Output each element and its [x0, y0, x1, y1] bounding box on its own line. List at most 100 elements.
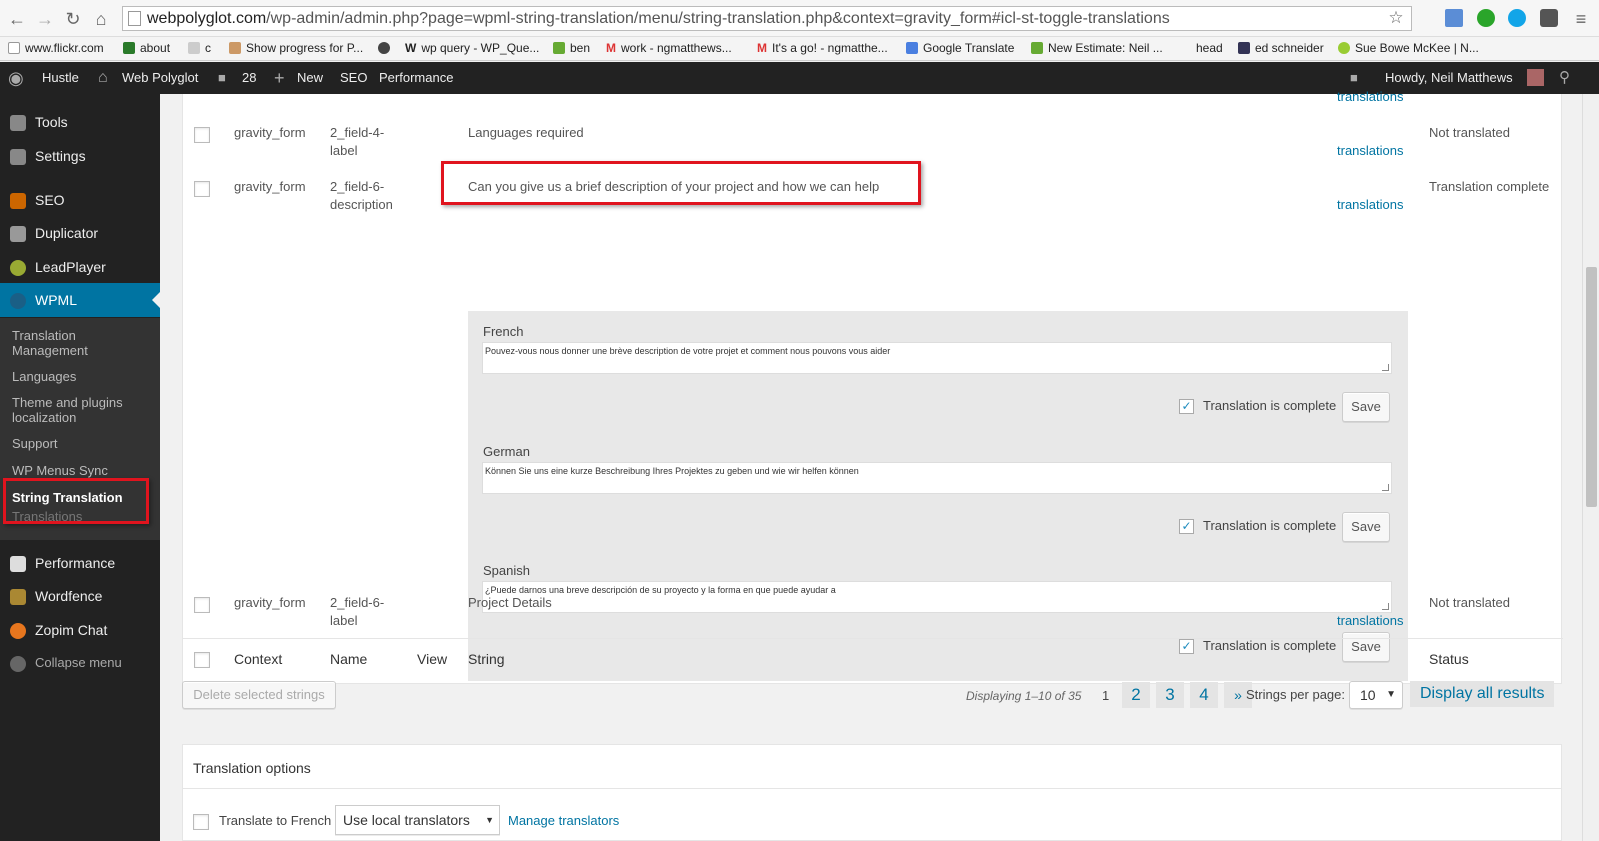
- column-header-string[interactable]: String: [468, 650, 505, 668]
- sidebar-item-wpml[interactable]: WPML: [0, 283, 160, 317]
- bookmark[interactable]: head: [1196, 41, 1223, 55]
- sidebar-item-wordfence[interactable]: Wordfence: [0, 579, 160, 613]
- search-icon[interactable]: ⚲: [1559, 62, 1570, 94]
- page-link-3[interactable]: 3: [1156, 682, 1184, 708]
- bookmark[interactable]: Google Translate: [906, 41, 1014, 55]
- translations-link[interactable]: translations: [1337, 196, 1403, 214]
- sidebar-item-zopim-chat[interactable]: Zopim Chat: [0, 613, 160, 647]
- browser-toolbar: ← → ↻ ⌂ webpolyglot.com/wp-admin/admin.p…: [0, 0, 1599, 37]
- bookmark[interactable]: M It's a go! - ngmatthe...: [757, 41, 888, 55]
- adminbar-new[interactable]: New: [297, 62, 323, 94]
- adminbar-seo[interactable]: SEO: [340, 62, 367, 94]
- complete-checkbox-german[interactable]: ✓: [1179, 519, 1194, 534]
- shield-extension-icon[interactable]: [1540, 9, 1558, 27]
- row-checkbox[interactable]: [194, 181, 210, 197]
- displaying-count: Displaying 1–10 of 35: [966, 689, 1082, 703]
- row-name: 2_field-6-label: [330, 595, 385, 628]
- row-status: Not translated: [1429, 595, 1510, 610]
- sidebar-item-tools[interactable]: Tools: [0, 105, 160, 139]
- sidebar-item-duplicator[interactable]: Duplicator: [0, 216, 160, 250]
- submenu-translation-management[interactable]: Translation Management: [12, 328, 152, 358]
- adminbar-comments-count[interactable]: 28: [242, 62, 256, 94]
- resize-handle[interactable]: [1382, 603, 1389, 610]
- translations-link[interactable]: translations: [1337, 612, 1403, 630]
- column-header-name[interactable]: Name: [330, 650, 367, 668]
- page-icon: [8, 42, 20, 54]
- manage-translators-link[interactable]: Manage translators: [508, 812, 619, 830]
- column-header-context[interactable]: Context: [234, 650, 282, 668]
- address-bar[interactable]: webpolyglot.com/wp-admin/admin.php?page=…: [122, 6, 1412, 31]
- save-button-german[interactable]: Save: [1342, 512, 1390, 542]
- row-checkbox[interactable]: [194, 597, 210, 613]
- adminbar-performance[interactable]: Performance: [379, 62, 453, 94]
- save-button-french[interactable]: Save: [1342, 392, 1390, 422]
- chevron-down-icon: ▼: [485, 815, 494, 825]
- submenu-wp-menus-sync[interactable]: WP Menus Sync: [12, 463, 152, 478]
- bookmarks-bar: www.flickr.com about c Show progress for…: [0, 37, 1599, 61]
- language-label-french: French: [483, 324, 524, 339]
- bookmark[interactable]: ed schneider: [1238, 41, 1324, 55]
- complete-checkbox-french[interactable]: ✓: [1179, 399, 1194, 414]
- page-scrollbar[interactable]: [1582, 94, 1599, 841]
- sidebar-item-settings[interactable]: Settings: [0, 139, 160, 173]
- column-header-view[interactable]: View: [417, 650, 447, 668]
- strings-per-page-select[interactable]: 10 ▼: [1349, 681, 1403, 709]
- submenu-support[interactable]: Support: [12, 436, 152, 451]
- bookmark[interactable]: www.flickr.com: [8, 41, 104, 55]
- admin-sidebar: Tools Settings SEO Duplicator LeadPlayer…: [0, 94, 160, 841]
- page-link-2[interactable]: 2: [1122, 682, 1150, 708]
- adminbar-hustle[interactable]: Hustle: [42, 62, 79, 94]
- translations-link[interactable]: translations: [1337, 88, 1403, 106]
- resize-handle[interactable]: [1382, 364, 1389, 371]
- scrollbar-thumb[interactable]: [1586, 267, 1597, 507]
- evernote-icon[interactable]: [1477, 9, 1495, 27]
- sidebar-item-leadplayer[interactable]: LeadPlayer: [0, 250, 160, 284]
- adminbar-site-name[interactable]: Web Polyglot: [122, 62, 198, 94]
- submenu-languages[interactable]: Languages: [12, 369, 152, 384]
- complete-checkbox-spanish[interactable]: ✓: [1179, 639, 1194, 654]
- skype-icon[interactable]: [1508, 9, 1526, 27]
- forward-icon[interactable]: →: [34, 8, 56, 30]
- translations-link[interactable]: translations: [1337, 142, 1403, 160]
- page-link-4[interactable]: 4: [1190, 682, 1218, 708]
- sidebar-item-seo[interactable]: SEO: [0, 183, 160, 217]
- translate-to-french-checkbox[interactable]: [193, 814, 209, 830]
- bookmark[interactable]: ben: [553, 41, 590, 55]
- annotation-highlight-box: [3, 478, 149, 524]
- home-icon[interactable]: ⌂: [90, 8, 112, 30]
- translation-textarea-spanish[interactable]: ¿Puede darnos una breve descripción de s…: [482, 581, 1392, 613]
- bookmark[interactable]: [378, 41, 395, 55]
- bookmark-star-icon[interactable]: ☆: [1385, 7, 1407, 29]
- back-icon[interactable]: ←: [6, 8, 28, 30]
- adminbar-howdy[interactable]: Howdy, Neil Matthews: [1385, 62, 1513, 94]
- resize-handle[interactable]: [1382, 484, 1389, 491]
- delete-selected-strings-button[interactable]: Delete selected strings: [182, 681, 336, 709]
- page-icon: [229, 42, 241, 54]
- select-all-checkbox[interactable]: [194, 652, 210, 668]
- save-button-spanish[interactable]: Save: [1342, 632, 1390, 662]
- translators-select[interactable]: Use local translators ▼: [335, 805, 500, 835]
- bookmark[interactable]: Mwork - ngmatthews...: [606, 41, 732, 55]
- display-all-results-link[interactable]: Display all results: [1410, 681, 1555, 707]
- collapse-menu[interactable]: Collapse menu: [0, 646, 160, 680]
- bookmark[interactable]: Sue Bowe McKee | N...: [1338, 41, 1479, 55]
- bookmark[interactable]: New Estimate: Neil ...: [1031, 41, 1163, 55]
- bookmark[interactable]: Show progress for P...: [229, 41, 363, 55]
- avatar[interactable]: [1527, 69, 1544, 86]
- wordfence-icon: [10, 589, 26, 605]
- row-status: Not translated: [1429, 125, 1510, 140]
- wikipedia-icon: W: [405, 41, 417, 55]
- bookmark[interactable]: c: [188, 41, 211, 55]
- submenu-theme-plugins-localization[interactable]: Theme and plugins localization: [12, 395, 152, 425]
- row-checkbox[interactable]: [194, 127, 210, 143]
- extension-icon[interactable]: [1445, 9, 1463, 27]
- bookmark[interactable]: about: [123, 41, 170, 55]
- translation-textarea-german[interactable]: Können Sie uns eine kurze Beschreibung I…: [482, 462, 1392, 494]
- translation-textarea-french[interactable]: Pouvez-vous nous donner une brève descri…: [482, 342, 1392, 374]
- sidebar-item-performance[interactable]: Performance: [0, 546, 160, 580]
- bookmark[interactable]: Wwp query - WP_Que...: [405, 41, 539, 55]
- reload-icon[interactable]: ↻: [62, 8, 84, 30]
- menu-icon[interactable]: ≡: [1570, 8, 1592, 30]
- column-header-status[interactable]: Status: [1429, 650, 1469, 668]
- wordpress-logo-icon[interactable]: ◉: [8, 62, 24, 94]
